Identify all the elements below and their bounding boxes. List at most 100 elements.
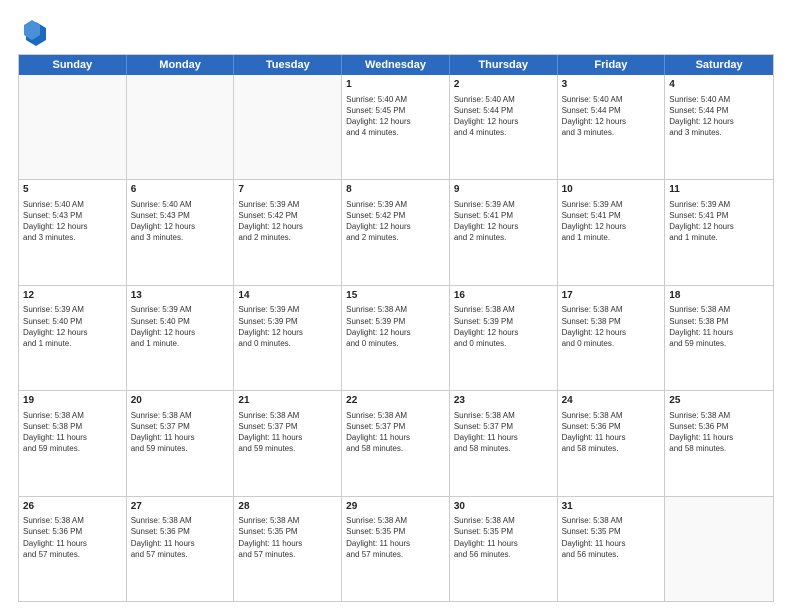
cell-info: Sunrise: 5:38 AM Sunset: 5:36 PM Dayligh… [562,410,661,455]
page: SundayMondayTuesdayWednesdayThursdayFrid… [0,0,792,612]
calendar-cell: 31Sunrise: 5:38 AM Sunset: 5:35 PM Dayli… [558,497,666,601]
cell-day-number: 3 [562,78,661,92]
cell-info: Sunrise: 5:40 AM Sunset: 5:44 PM Dayligh… [669,94,769,139]
cell-info: Sunrise: 5:38 AM Sunset: 5:39 PM Dayligh… [346,304,445,349]
cell-info: Sunrise: 5:38 AM Sunset: 5:38 PM Dayligh… [23,410,122,455]
cell-day-number: 5 [23,183,122,197]
cell-day-number: 18 [669,289,769,303]
calendar-cell: 5Sunrise: 5:40 AM Sunset: 5:43 PM Daylig… [19,180,127,284]
calendar-cell: 23Sunrise: 5:38 AM Sunset: 5:37 PM Dayli… [450,391,558,495]
cell-day-number: 9 [454,183,553,197]
calendar-cell: 30Sunrise: 5:38 AM Sunset: 5:35 PM Dayli… [450,497,558,601]
cell-info: Sunrise: 5:39 AM Sunset: 5:39 PM Dayligh… [238,304,337,349]
weekday-header: Friday [558,55,666,75]
calendar-cell [665,497,773,601]
calendar-cell: 27Sunrise: 5:38 AM Sunset: 5:36 PM Dayli… [127,497,235,601]
cell-day-number: 2 [454,78,553,92]
calendar-cell: 8 Sunrise: 5:39 AM Sunset: 5:42 PM Daylig… [342,180,450,284]
cell-info: Sunrise: 5:38 AM Sunset: 5:35 PM Dayligh… [238,515,337,560]
cell-day-number: 30 [454,500,553,514]
calendar-cell: 6 Sunrise: 5:40 AM Sunset: 5:43 PM Daylig… [127,180,235,284]
weekday-header: Wednesday [342,55,450,75]
calendar-cell: 24 Sunrise: 5:38 AM Sunset: 5:36 PM Dayli… [558,391,666,495]
weekday-header: Tuesday [234,55,342,75]
logo-icon [18,18,46,46]
cell-day-number: 8 [346,183,445,197]
calendar-cell: 16Sunrise: 5:38 AM Sunset: 5:39 PM Dayli… [450,286,558,390]
calendar-header: SundayMondayTuesdayWednesdayThursdayFrid… [19,55,773,75]
calendar-cell: 14Sunrise: 5:39 AM Sunset: 5:39 PM Dayli… [234,286,342,390]
calendar-row: 19 Sunrise: 5:38 AM Sunset: 5:38 PM Dayli… [19,391,773,496]
calendar-cell: 26Sunrise: 5:38 AM Sunset: 5:36 PM Dayli… [19,497,127,601]
calendar-cell: 1 Sunrise: 5:40 AM Sunset: 5:45 PM Daylig… [342,75,450,179]
cell-day-number: 25 [669,394,769,408]
calendar-cell: 28Sunrise: 5:38 AM Sunset: 5:35 PM Dayli… [234,497,342,601]
cell-info: Sunrise: 5:38 AM Sunset: 5:37 PM Dayligh… [238,410,337,455]
calendar-cell: 3 Sunrise: 5:40 AM Sunset: 5:44 PM Daylig… [558,75,666,179]
cell-day-number: 12 [23,289,122,303]
cell-info: Sunrise: 5:38 AM Sunset: 5:35 PM Dayligh… [562,515,661,560]
cell-day-number: 1 [346,78,445,92]
cell-info: Sunrise: 5:40 AM Sunset: 5:43 PM Dayligh… [131,199,230,244]
calendar-cell: 17Sunrise: 5:38 AM Sunset: 5:38 PM Dayli… [558,286,666,390]
cell-info: Sunrise: 5:38 AM Sunset: 5:36 PM Dayligh… [131,515,230,560]
header [18,18,774,46]
calendar-cell [19,75,127,179]
cell-day-number: 11 [669,183,769,197]
calendar-row: 26Sunrise: 5:38 AM Sunset: 5:36 PM Dayli… [19,497,773,601]
cell-info: Sunrise: 5:39 AM Sunset: 5:41 PM Dayligh… [562,199,661,244]
cell-day-number: 27 [131,500,230,514]
cell-info: Sunrise: 5:39 AM Sunset: 5:42 PM Dayligh… [238,199,337,244]
cell-info: Sunrise: 5:38 AM Sunset: 5:36 PM Dayligh… [23,515,122,560]
cell-info: Sunrise: 5:39 AM Sunset: 5:40 PM Dayligh… [23,304,122,349]
cell-info: Sunrise: 5:39 AM Sunset: 5:41 PM Dayligh… [454,199,553,244]
calendar-cell: 29Sunrise: 5:38 AM Sunset: 5:35 PM Dayli… [342,497,450,601]
cell-day-number: 19 [23,394,122,408]
cell-day-number: 26 [23,500,122,514]
weekday-header: Saturday [665,55,773,75]
cell-info: Sunrise: 5:39 AM Sunset: 5:42 PM Dayligh… [346,199,445,244]
cell-info: Sunrise: 5:38 AM Sunset: 5:35 PM Dayligh… [454,515,553,560]
cell-day-number: 15 [346,289,445,303]
calendar-cell: 7Sunrise: 5:39 AM Sunset: 5:42 PM Daylig… [234,180,342,284]
cell-day-number: 28 [238,500,337,514]
cell-info: Sunrise: 5:40 AM Sunset: 5:44 PM Dayligh… [454,94,553,139]
cell-info: Sunrise: 5:38 AM Sunset: 5:37 PM Dayligh… [131,410,230,455]
calendar-cell: 9 Sunrise: 5:39 AM Sunset: 5:41 PM Daylig… [450,180,558,284]
cell-info: Sunrise: 5:38 AM Sunset: 5:38 PM Dayligh… [669,304,769,349]
cell-info: Sunrise: 5:38 AM Sunset: 5:37 PM Dayligh… [454,410,553,455]
weekday-header: Thursday [450,55,558,75]
cell-info: Sunrise: 5:38 AM Sunset: 5:39 PM Dayligh… [454,304,553,349]
cell-day-number: 6 [131,183,230,197]
calendar-cell: 12Sunrise: 5:39 AM Sunset: 5:40 PM Dayli… [19,286,127,390]
cell-day-number: 31 [562,500,661,514]
cell-day-number: 21 [238,394,337,408]
cell-day-number: 20 [131,394,230,408]
cell-info: Sunrise: 5:39 AM Sunset: 5:41 PM Dayligh… [669,199,769,244]
cell-info: Sunrise: 5:40 AM Sunset: 5:44 PM Dayligh… [562,94,661,139]
calendar-row: 1 Sunrise: 5:40 AM Sunset: 5:45 PM Daylig… [19,75,773,180]
calendar-cell: 2 Sunrise: 5:40 AM Sunset: 5:44 PM Daylig… [450,75,558,179]
cell-day-number: 14 [238,289,337,303]
calendar-cell: 15Sunrise: 5:38 AM Sunset: 5:39 PM Dayli… [342,286,450,390]
cell-day-number: 29 [346,500,445,514]
logo [18,18,50,46]
cell-info: Sunrise: 5:40 AM Sunset: 5:45 PM Dayligh… [346,94,445,139]
cell-info: Sunrise: 5:39 AM Sunset: 5:40 PM Dayligh… [131,304,230,349]
cell-info: Sunrise: 5:38 AM Sunset: 5:38 PM Dayligh… [562,304,661,349]
calendar-cell: 11 Sunrise: 5:39 AM Sunset: 5:41 PM Dayli… [665,180,773,284]
calendar-cell [127,75,235,179]
cell-day-number: 10 [562,183,661,197]
calendar-cell: 13Sunrise: 5:39 AM Sunset: 5:40 PM Dayli… [127,286,235,390]
cell-day-number: 16 [454,289,553,303]
calendar-cell: 20 Sunrise: 5:38 AM Sunset: 5:37 PM Dayli… [127,391,235,495]
cell-day-number: 17 [562,289,661,303]
calendar-cell: 4 Sunrise: 5:40 AM Sunset: 5:44 PM Daylig… [665,75,773,179]
calendar-cell: 25Sunrise: 5:38 AM Sunset: 5:36 PM Dayli… [665,391,773,495]
cell-day-number: 24 [562,394,661,408]
cell-day-number: 4 [669,78,769,92]
calendar-cell: 22Sunrise: 5:38 AM Sunset: 5:37 PM Dayli… [342,391,450,495]
cell-day-number: 22 [346,394,445,408]
weekday-header: Sunday [19,55,127,75]
calendar: SundayMondayTuesdayWednesdayThursdayFrid… [18,54,774,602]
